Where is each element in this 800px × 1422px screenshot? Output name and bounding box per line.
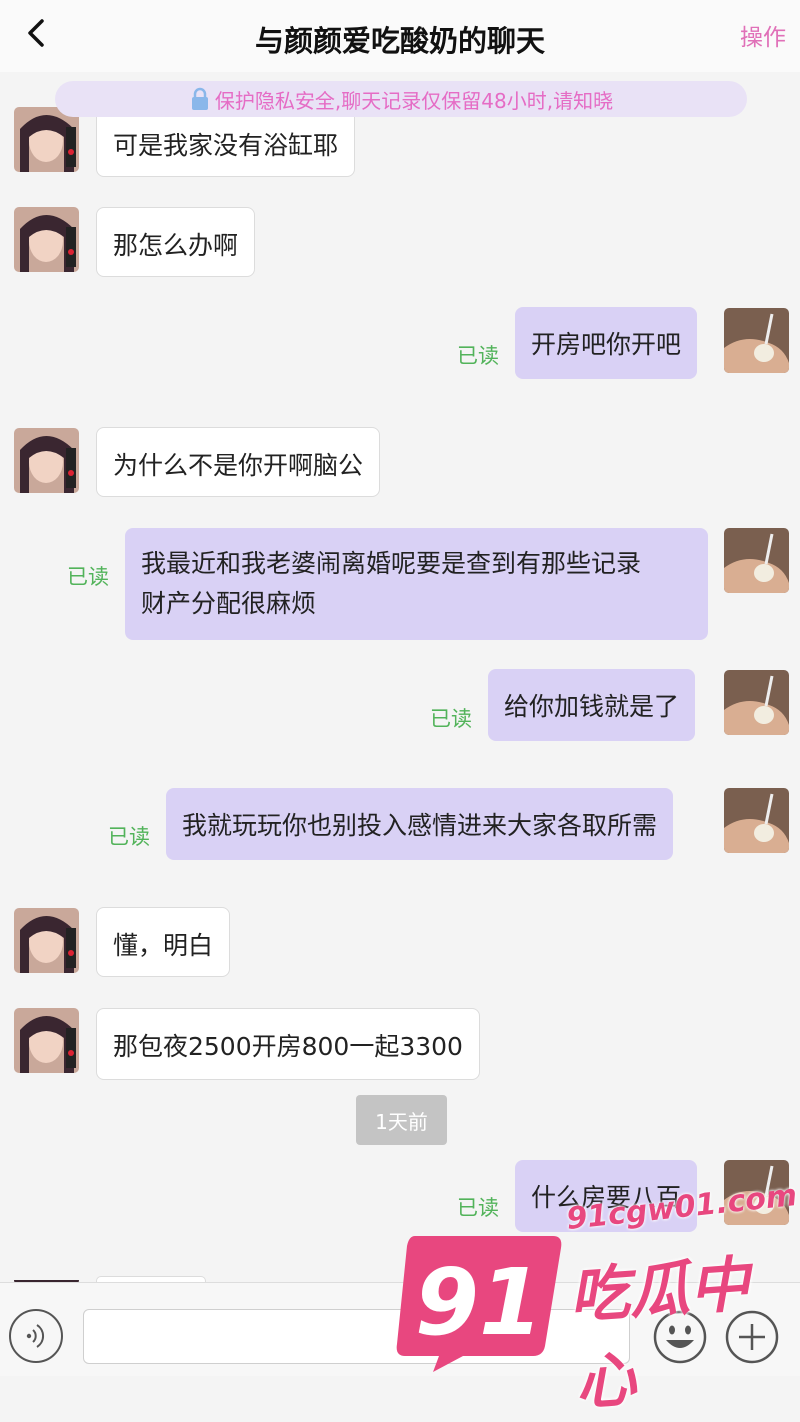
- time-divider: 1天前: [356, 1095, 447, 1145]
- watermark-name: 吃瓜中心: [567, 1249, 752, 1419]
- message-bubble-received[interactable]: 可是我家没有浴缸耶: [96, 107, 356, 177]
- message-text: 可是我家没有浴缸耶: [113, 131, 339, 160]
- privacy-notice: 保护隐私安全,聊天记录仅保留48小时,请知晓: [55, 81, 747, 117]
- page-title: 与颜颜爱吃酸奶的聊天: [254, 24, 545, 58]
- read-status: 已读: [457, 1196, 499, 1220]
- message-text: 财产分配很麻烦: [141, 589, 317, 618]
- chat-area[interactable]: 可是我家没有浴缸耶 那怎么办啊 已读 开房吧你开吧 为什么不是你开啊脑公 已读 …: [0, 0, 800, 1282]
- user-avatar[interactable]: [724, 528, 789, 593]
- message-text: 我最近和我老婆闹离婚呢要是查到有那些记录: [141, 549, 642, 578]
- top-nav-bar: 与颜颜爱吃酸奶的聊天 操作: [0, 0, 800, 72]
- message-bubble-received[interactable]: 为什么不是你开啊脑公: [96, 427, 381, 497]
- watermark-logo: 91: [396, 1236, 562, 1372]
- message-bubble-received[interactable]: 那包夜2500开房800一起3300: [96, 1008, 480, 1080]
- read-status: 已读: [457, 344, 499, 368]
- privacy-notice-text: 保护隐私安全,聊天记录仅保留48小时,请知晓: [214, 88, 614, 113]
- read-status: 已读: [67, 565, 109, 589]
- message-text: 懂，明白: [113, 931, 214, 960]
- voice-button[interactable]: [9, 1309, 63, 1363]
- message-bubble-sent[interactable]: 我就玩玩你也别投入感情进来大家各取所需: [166, 788, 674, 860]
- contact-avatar[interactable]: [14, 908, 79, 973]
- actions-button[interactable]: 操作: [740, 18, 786, 52]
- read-status: 已读: [108, 825, 150, 849]
- message-text: 给你加钱就是了: [504, 692, 680, 721]
- message-bubble-sent[interactable]: 我最近和我老婆闹离婚呢要是查到有那些记录 财产分配很麻烦: [125, 528, 708, 640]
- message-text: 那怎么办啊: [113, 231, 239, 260]
- read-status: 已读: [430, 707, 472, 731]
- watermark-logo-number: 91: [415, 1249, 543, 1356]
- message-text: 为什么不是你开啊脑公: [113, 451, 364, 480]
- contact-avatar[interactable]: [14, 428, 79, 493]
- message-text: 那包夜2500开房800一起3300: [113, 1032, 463, 1061]
- voice-icon: [26, 1324, 44, 1348]
- contact-avatar[interactable]: [14, 1275, 79, 1282]
- message-bubble-received[interactable]: 懂，明白: [96, 907, 231, 977]
- message-text: 开房吧你开吧: [531, 330, 682, 359]
- message-bubble-sent[interactable]: 开房吧你开吧: [515, 307, 698, 379]
- message-text: 我就玩玩你也别投入感情进来大家各取所需: [182, 811, 658, 840]
- lock-icon: [191, 87, 208, 110]
- message-bubble-sent[interactable]: 给你加钱就是了: [488, 669, 696, 741]
- user-avatar[interactable]: [724, 308, 789, 373]
- message-bubble-received[interactable]: 那怎么办啊: [96, 207, 256, 277]
- contact-avatar[interactable]: [14, 207, 79, 272]
- user-avatar[interactable]: [724, 788, 789, 853]
- user-avatar[interactable]: [724, 670, 789, 735]
- contact-avatar[interactable]: [14, 1008, 79, 1073]
